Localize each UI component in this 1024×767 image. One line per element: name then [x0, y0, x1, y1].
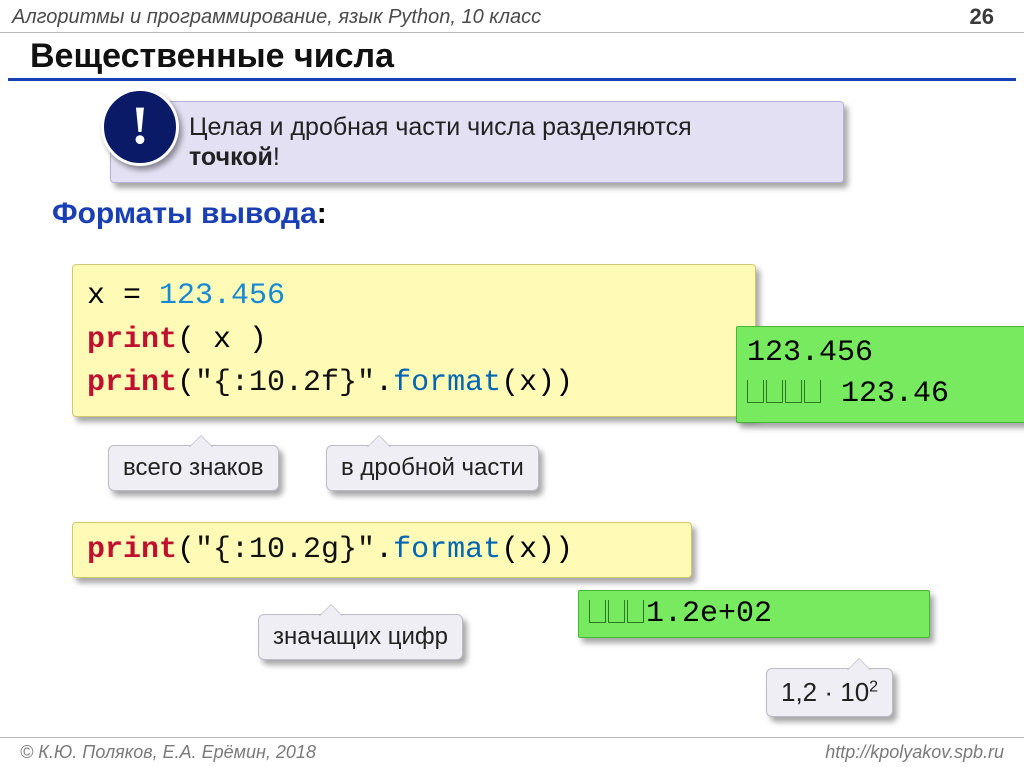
- code-keyword: print: [87, 533, 177, 567]
- code-string: "{:10.2g}": [195, 533, 375, 567]
- code-number: 123.456: [159, 279, 285, 313]
- title-rule: [8, 78, 1016, 81]
- code-text: (: [177, 366, 195, 400]
- annotation-sci-notation: 1,2 · 102: [766, 668, 893, 717]
- page-number: 26: [970, 4, 994, 30]
- note-punct: !: [273, 143, 280, 171]
- sci-exp: 2: [869, 678, 878, 695]
- output-block-2: 1.2e+02: [578, 590, 930, 638]
- space-icon: [608, 600, 625, 623]
- code-text: x =: [87, 279, 159, 313]
- code-keyword: print: [87, 366, 177, 400]
- callout-note: ! Целая и дробная части числа разделяютс…: [110, 101, 844, 183]
- code-keyword: print: [87, 323, 177, 357]
- subtitle-colon: :: [317, 197, 327, 230]
- slide-header: Алгоритмы и программирование, язык Pytho…: [0, 0, 1024, 33]
- exclamation-icon: !: [101, 88, 179, 166]
- annotation-significant-digits: значащих цифр: [258, 614, 463, 660]
- note-bold: точкой: [189, 143, 273, 171]
- slide-title: Вещественные числа: [30, 37, 1024, 76]
- code-text: ( x ): [177, 323, 267, 357]
- code-line-2: print( x ): [87, 319, 741, 363]
- annotation-total-chars: всего знаков: [108, 445, 279, 491]
- code-function: format: [393, 366, 501, 400]
- code-text: (: [177, 533, 195, 567]
- slide-footer: © К.Ю. Поляков, Е.А. Ерёмин, 2018 http:/…: [0, 737, 1024, 767]
- code-line-1: x = 123.456: [87, 275, 741, 319]
- code-text: (x)): [501, 533, 573, 567]
- sci-base: 1,2 · 10: [781, 677, 869, 707]
- space-icon: [785, 380, 802, 403]
- note-line1: Целая и дробная части числа разделяются: [189, 113, 692, 141]
- space-icon: [589, 600, 606, 623]
- subtitle-text: Форматы вывода: [52, 197, 317, 230]
- space-icon: [747, 380, 764, 403]
- output-block-1: 123.456 123.46: [736, 326, 1024, 423]
- code-text: (x)): [501, 366, 573, 400]
- space-icon: [804, 380, 821, 403]
- section-subtitle: Форматы вывода:: [52, 197, 1024, 231]
- output-line-1: 123.456: [747, 333, 1024, 374]
- footer-copyright: © К.Ю. Поляков, Е.А. Ерёмин, 2018: [20, 742, 316, 763]
- code-function: format: [393, 533, 501, 567]
- code-block-2: print("{:10.2g}".format(x)): [72, 522, 692, 578]
- code-line-3: print("{:10.2f}".format(x)): [87, 362, 741, 406]
- output-text: 123.46: [823, 377, 949, 411]
- output-line-2: 123.46: [747, 374, 1024, 415]
- header-text: Алгоритмы и программирование, язык Pytho…: [12, 6, 541, 29]
- footer-url: http://kpolyakov.spb.ru: [825, 742, 1004, 763]
- code-block-1: x = 123.456 print( x ) print("{:10.2f}".…: [72, 264, 756, 417]
- space-icon: [766, 380, 783, 403]
- code-text: .: [375, 366, 393, 400]
- annotation-fraction-part: в дробной части: [326, 445, 539, 491]
- output-text: 1.2e+02: [646, 597, 772, 631]
- space-icon: [627, 600, 644, 623]
- code-string: "{:10.2f}": [195, 366, 375, 400]
- code-text: .: [375, 533, 393, 567]
